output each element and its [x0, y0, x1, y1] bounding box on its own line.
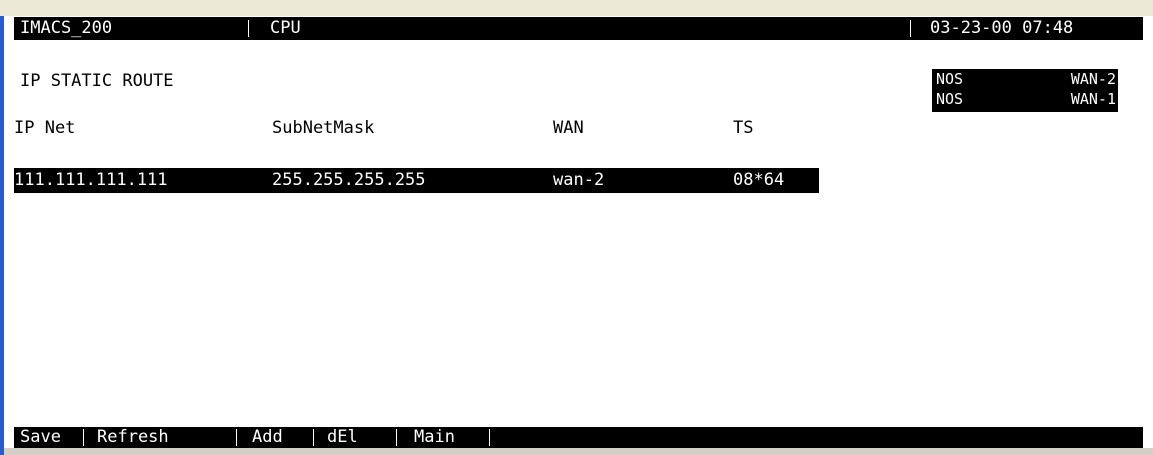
window-bottom-strip — [4, 448, 1153, 455]
column-header-subnet-mask: SubNetMask — [272, 118, 375, 138]
delete-command[interactable]: dEl — [327, 427, 358, 448]
menu-separator — [396, 429, 397, 446]
module-name: CPU — [270, 18, 301, 38]
status-line-right: WAN-1 — [1070, 90, 1116, 108]
cell-ip-net: 111.111.111.111 — [14, 170, 168, 190]
status-line: NOS WAN-2 — [932, 69, 1118, 89]
cell-ts: 08*64 — [733, 170, 785, 190]
page-title: IP STATIC ROUTE — [20, 71, 174, 91]
menu-separator — [236, 429, 237, 446]
menu-separator — [489, 429, 490, 446]
table-row[interactable]: 111.111.111.111 255.255.255.255 wan-2 08… — [14, 168, 819, 193]
system-name: IMACS_200 — [20, 18, 113, 38]
column-header-ip-net: IP Net — [14, 118, 76, 138]
menu-separator — [83, 429, 84, 446]
window-left-border — [0, 16, 4, 455]
save-command[interactable]: Save — [20, 427, 61, 448]
status-line-right: WAN-2 — [1070, 70, 1116, 88]
header-datetime: 03-23-00 07:48 — [930, 18, 1074, 38]
cell-subnet-mask: 255.255.255.255 — [272, 170, 426, 190]
status-panel: NOS WAN-2 NOS WAN-1 — [932, 69, 1118, 112]
window-top-strip — [0, 0, 1153, 16]
refresh-command[interactable]: Refresh — [97, 427, 169, 448]
status-line-left: NOS — [936, 70, 964, 88]
header-bar: IMACS_200 CPU 03-23-00 07:48 — [14, 17, 1143, 40]
command-menu-bar: Save Refresh Add dEl Main — [14, 427, 1143, 448]
status-line-left: NOS — [936, 90, 964, 108]
header-separator — [248, 20, 249, 37]
cell-wan: wan-2 — [553, 170, 605, 190]
add-command[interactable]: Add — [252, 427, 283, 448]
column-header-wan: WAN — [553, 118, 584, 138]
main-command[interactable]: Main — [414, 427, 455, 448]
header-separator — [910, 20, 911, 37]
menu-separator — [313, 429, 314, 446]
status-line: NOS WAN-1 — [932, 89, 1118, 109]
column-header-ts: TS — [733, 118, 754, 138]
